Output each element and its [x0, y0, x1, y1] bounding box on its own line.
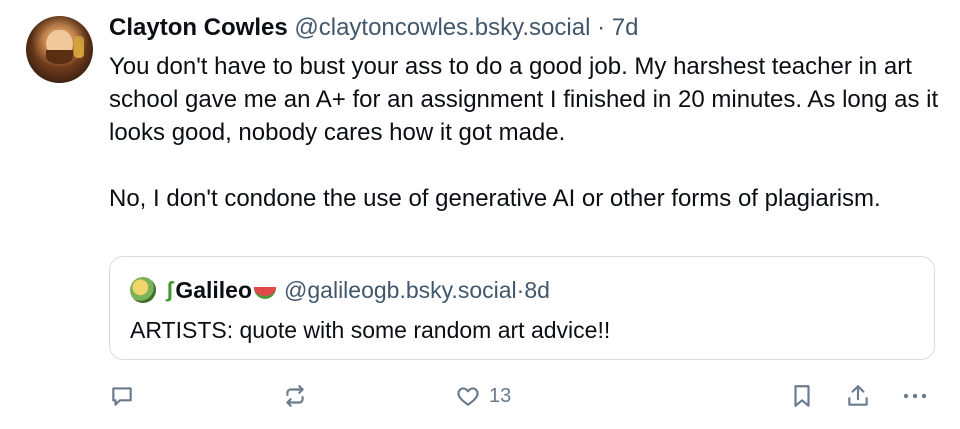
author-display-name[interactable]: Clayton Cowles: [109, 14, 288, 41]
quote-author-avatar[interactable]: [130, 277, 156, 303]
quote-author-handle[interactable]: @galileogb.bsky.social: [284, 275, 517, 305]
reply-icon: [112, 387, 132, 406]
quote-header: ʃ Galileo @galileogb.bsky.social · 8d: [130, 275, 550, 305]
bookmark-button[interactable]: [789, 380, 815, 412]
more-icon: [903, 393, 927, 399]
repost-button[interactable]: [282, 380, 308, 412]
like-button[interactable]: 13: [455, 380, 511, 412]
author-avatar[interactable]: [26, 16, 93, 83]
share-button[interactable]: [845, 380, 871, 412]
share-icon: [848, 385, 868, 406]
lizard-emoji-icon: ʃ: [166, 277, 174, 302]
action-bar: 13: [109, 380, 939, 412]
like-count: 13: [489, 384, 512, 407]
author-handle[interactable]: @claytoncowles.bsky.social: [294, 14, 590, 41]
quote-author-name: Galileo: [175, 277, 253, 303]
quote-text: ARTISTS: quote with some random art advi…: [130, 317, 611, 343]
quote-separator: ·: [516, 277, 525, 303]
post-age[interactable]: 7d: [612, 14, 639, 41]
post-paragraph: No, I don't condone the use of generativ…: [109, 185, 881, 212]
quote-age[interactable]: 8d: [524, 275, 550, 305]
heart-icon: [457, 387, 479, 406]
header-separator: ·: [597, 14, 606, 41]
quoted-post[interactable]: ʃ Galileo @galileogb.bsky.social · 8d AR…: [109, 256, 935, 360]
post-paragraph: You don't have to bust your ass to do a …: [109, 53, 939, 146]
repost-icon: [286, 385, 304, 407]
avatar-shade: [26, 16, 93, 83]
quote-author-display-name[interactable]: ʃ Galileo: [166, 275, 277, 305]
post-text: You don't have to bust your ass to do a …: [109, 50, 939, 215]
post[interactable]: Clayton Cowles @claytoncowles.bsky.socia…: [0, 0, 960, 429]
bookmark-icon: [794, 385, 810, 407]
more-button[interactable]: [901, 380, 929, 412]
reply-button[interactable]: [109, 380, 135, 412]
watermelon-emoji-icon: [254, 287, 277, 299]
post-header: Clayton Cowles @claytoncowles.bsky.socia…: [109, 13, 638, 43]
